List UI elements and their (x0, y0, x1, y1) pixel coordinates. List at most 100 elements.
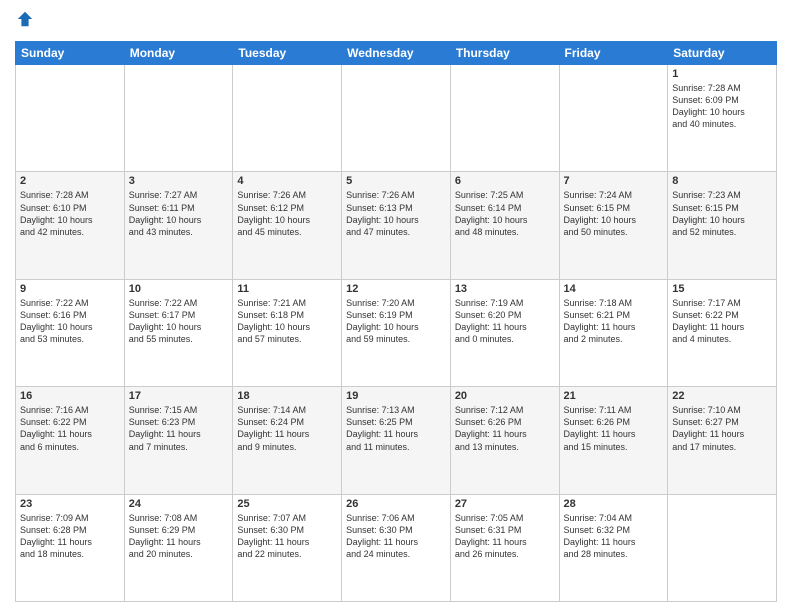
day-info: Sunrise: 7:28 AM Sunset: 6:09 PM Dayligh… (672, 82, 772, 131)
day-info: Sunrise: 7:27 AM Sunset: 6:11 PM Dayligh… (129, 189, 229, 238)
col-header-thursday: Thursday (450, 42, 559, 65)
page: SundayMondayTuesdayWednesdayThursdayFrid… (0, 0, 792, 612)
day-cell: 7 Sunrise: 7:24 AM Sunset: 6:15 PM Daylig… (559, 172, 668, 279)
day-info: Sunrise: 7:26 AM Sunset: 6:13 PM Dayligh… (346, 189, 446, 238)
day-cell: 11 Sunrise: 7:21 AM Sunset: 6:18 PM Dayli… (233, 279, 342, 386)
day-cell: 8Sunrise: 7:23 AM Sunset: 6:15 PM Daylig… (668, 172, 777, 279)
col-header-saturday: Saturday (668, 42, 777, 65)
day-cell: 26 Sunrise: 7:06 AM Sunset: 6:30 PM Dayli… (342, 494, 451, 601)
day-cell (124, 65, 233, 172)
day-number: 19 (346, 390, 446, 402)
day-cell: 6 Sunrise: 7:25 AM Sunset: 6:14 PM Daylig… (450, 172, 559, 279)
day-cell: 14 Sunrise: 7:18 AM Sunset: 6:21 PM Dayli… (559, 279, 668, 386)
day-number: 23 (20, 498, 120, 510)
day-cell: 24 Sunrise: 7:08 AM Sunset: 6:29 PM Dayli… (124, 494, 233, 601)
day-cell: 28 Sunrise: 7:04 AM Sunset: 6:32 PM Dayli… (559, 494, 668, 601)
day-number: 15 (672, 283, 772, 295)
day-number: 26 (346, 498, 446, 510)
day-cell: 21 Sunrise: 7:11 AM Sunset: 6:26 PM Dayli… (559, 387, 668, 494)
day-cell: 15 Sunrise: 7:17 AM Sunset: 6:22 PM Dayli… (668, 279, 777, 386)
col-header-wednesday: Wednesday (342, 42, 451, 65)
day-number: 13 (455, 283, 555, 295)
day-number: 10 (129, 283, 229, 295)
day-cell: 16 Sunrise: 7:16 AM Sunset: 6:22 PM Dayli… (16, 387, 125, 494)
day-number: 11 (237, 283, 337, 295)
day-number: 3 (129, 175, 229, 187)
day-info: Sunrise: 7:25 AM Sunset: 6:14 PM Dayligh… (455, 189, 555, 238)
day-info: Sunrise: 7:12 AM Sunset: 6:26 PM Dayligh… (455, 404, 555, 453)
day-cell: 4Sunrise: 7:26 AM Sunset: 6:12 PM Daylig… (233, 172, 342, 279)
day-info: Sunrise: 7:11 AM Sunset: 6:26 PM Dayligh… (564, 404, 664, 453)
day-cell: 17 Sunrise: 7:15 AM Sunset: 6:23 PM Dayli… (124, 387, 233, 494)
day-info: Sunrise: 7:19 AM Sunset: 6:20 PM Dayligh… (455, 297, 555, 346)
day-cell: 18 Sunrise: 7:14 AM Sunset: 6:24 PM Dayli… (233, 387, 342, 494)
day-info: Sunrise: 7:08 AM Sunset: 6:29 PM Dayligh… (129, 512, 229, 561)
day-cell: 22 Sunrise: 7:10 AM Sunset: 6:27 PM Dayli… (668, 387, 777, 494)
day-info: Sunrise: 7:21 AM Sunset: 6:18 PM Dayligh… (237, 297, 337, 346)
day-number: 27 (455, 498, 555, 510)
day-number: 17 (129, 390, 229, 402)
day-cell (450, 65, 559, 172)
calendar-header-row: SundayMondayTuesdayWednesdayThursdayFrid… (16, 42, 777, 65)
day-info: Sunrise: 7:17 AM Sunset: 6:22 PM Dayligh… (672, 297, 772, 346)
day-number: 28 (564, 498, 664, 510)
logo (15, 10, 35, 33)
day-info: Sunrise: 7:10 AM Sunset: 6:27 PM Dayligh… (672, 404, 772, 453)
day-info: Sunrise: 7:15 AM Sunset: 6:23 PM Dayligh… (129, 404, 229, 453)
day-cell: 10Sunrise: 7:22 AM Sunset: 6:17 PM Dayli… (124, 279, 233, 386)
day-info: Sunrise: 7:16 AM Sunset: 6:22 PM Dayligh… (20, 404, 120, 453)
logo-icon (16, 10, 34, 28)
week-row-2: 9Sunrise: 7:22 AM Sunset: 6:16 PM Daylig… (16, 279, 777, 386)
day-number: 25 (237, 498, 337, 510)
header (15, 10, 777, 33)
day-cell: 1 Sunrise: 7:28 AM Sunset: 6:09 PM Daylig… (668, 65, 777, 172)
day-number: 2 (20, 175, 120, 187)
col-header-sunday: Sunday (16, 42, 125, 65)
day-number: 21 (564, 390, 664, 402)
day-info: Sunrise: 7:05 AM Sunset: 6:31 PM Dayligh… (455, 512, 555, 561)
day-cell (559, 65, 668, 172)
day-info: Sunrise: 7:07 AM Sunset: 6:30 PM Dayligh… (237, 512, 337, 561)
day-cell: 9Sunrise: 7:22 AM Sunset: 6:16 PM Daylig… (16, 279, 125, 386)
day-info: Sunrise: 7:09 AM Sunset: 6:28 PM Dayligh… (20, 512, 120, 561)
day-number: 14 (564, 283, 664, 295)
day-number: 9 (20, 283, 120, 295)
week-row-3: 16 Sunrise: 7:16 AM Sunset: 6:22 PM Dayli… (16, 387, 777, 494)
week-row-1: 2 Sunrise: 7:28 AM Sunset: 6:10 PM Daylig… (16, 172, 777, 279)
day-cell: 27 Sunrise: 7:05 AM Sunset: 6:31 PM Dayli… (450, 494, 559, 601)
day-cell (668, 494, 777, 601)
day-number: 24 (129, 498, 229, 510)
col-header-monday: Monday (124, 42, 233, 65)
day-cell (342, 65, 451, 172)
day-number: 12 (346, 283, 446, 295)
day-info: Sunrise: 7:26 AM Sunset: 6:12 PM Dayligh… (237, 189, 337, 238)
day-number: 20 (455, 390, 555, 402)
day-number: 22 (672, 390, 772, 402)
day-cell (16, 65, 125, 172)
week-row-0: 1 Sunrise: 7:28 AM Sunset: 6:09 PM Daylig… (16, 65, 777, 172)
day-cell: 2 Sunrise: 7:28 AM Sunset: 6:10 PM Daylig… (16, 172, 125, 279)
day-cell (233, 65, 342, 172)
col-header-tuesday: Tuesday (233, 42, 342, 65)
week-row-4: 23 Sunrise: 7:09 AM Sunset: 6:28 PM Dayli… (16, 494, 777, 601)
day-info: Sunrise: 7:04 AM Sunset: 6:32 PM Dayligh… (564, 512, 664, 561)
day-info: Sunrise: 7:06 AM Sunset: 6:30 PM Dayligh… (346, 512, 446, 561)
day-number: 18 (237, 390, 337, 402)
day-cell: 19 Sunrise: 7:13 AM Sunset: 6:25 PM Dayli… (342, 387, 451, 494)
day-number: 7 (564, 175, 664, 187)
day-info: Sunrise: 7:20 AM Sunset: 6:19 PM Dayligh… (346, 297, 446, 346)
day-info: Sunrise: 7:18 AM Sunset: 6:21 PM Dayligh… (564, 297, 664, 346)
day-info: Sunrise: 7:28 AM Sunset: 6:10 PM Dayligh… (20, 189, 120, 238)
day-cell: 25 Sunrise: 7:07 AM Sunset: 6:30 PM Dayli… (233, 494, 342, 601)
day-info: Sunrise: 7:14 AM Sunset: 6:24 PM Dayligh… (237, 404, 337, 453)
day-cell: 20 Sunrise: 7:12 AM Sunset: 6:26 PM Dayli… (450, 387, 559, 494)
day-cell: 12 Sunrise: 7:20 AM Sunset: 6:19 PM Dayli… (342, 279, 451, 386)
day-number: 8 (672, 175, 772, 187)
day-number: 5 (346, 175, 446, 187)
day-number: 16 (20, 390, 120, 402)
day-info: Sunrise: 7:24 AM Sunset: 6:15 PM Dayligh… (564, 189, 664, 238)
day-number: 1 (672, 68, 772, 80)
day-number: 6 (455, 175, 555, 187)
day-info: Sunrise: 7:13 AM Sunset: 6:25 PM Dayligh… (346, 404, 446, 453)
day-cell: 3 Sunrise: 7:27 AM Sunset: 6:11 PM Daylig… (124, 172, 233, 279)
